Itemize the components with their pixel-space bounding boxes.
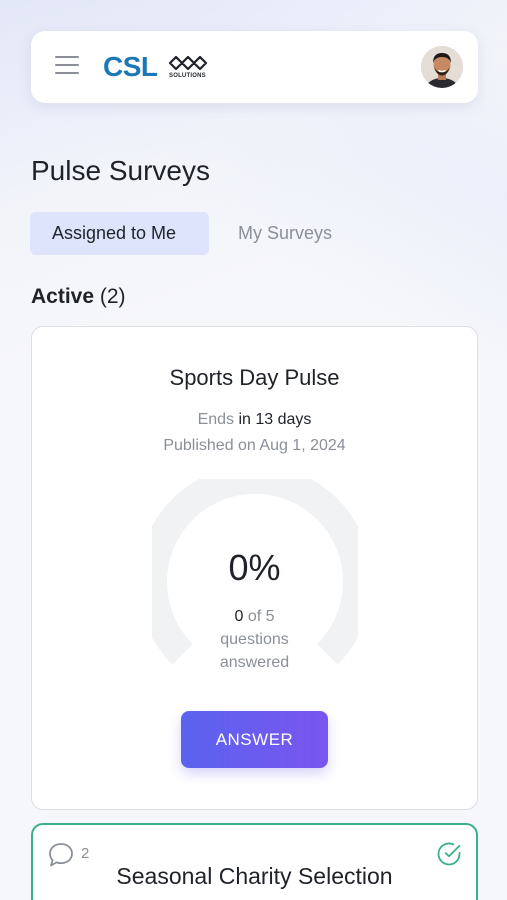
survey-title: Seasonal Charity Selection — [116, 863, 393, 889]
tab-my-surveys[interactable]: My Surveys — [216, 212, 354, 255]
answer-button[interactable]: ANSWER — [181, 711, 328, 768]
logo-mark-icon — [168, 55, 208, 71]
hamburger-menu-icon[interactable] — [55, 56, 79, 76]
deadline-value: in 13 days — [238, 411, 312, 428]
active-section-heading: Active (2) — [31, 285, 126, 309]
survey-published-date: Published on Aug 1, 2024 — [163, 437, 346, 454]
company-logo[interactable]: CSL SOLUTIONS — [103, 51, 213, 83]
comment-count: 2 — [81, 845, 90, 862]
progress-percent: 0% — [228, 547, 281, 588]
section-label: Active — [31, 285, 95, 308]
avatar-image — [421, 46, 463, 88]
logo-subtext: SOLUTIONS — [169, 73, 206, 79]
survey-title: Sports Day Pulse — [169, 365, 340, 390]
page-title: Pulse Surveys — [31, 155, 210, 186]
logo-text: CSL — [103, 51, 158, 82]
section-count: (2) — [99, 285, 126, 308]
answered-line-3: answered — [219, 654, 290, 671]
tab-assigned-to-me[interactable]: Assigned to Me — [30, 212, 209, 255]
survey-card-completed[interactable]: 2 Seasonal Charity Selection — [31, 823, 478, 900]
survey-card[interactable]: Sports Day Pulse Ends in 13 days Publish… — [31, 326, 478, 810]
answered-count: 0 — [234, 608, 244, 625]
app-header: CSL SOLUTIONS — [31, 31, 478, 103]
answered-line-2: questions — [220, 631, 289, 648]
deadline-prefix: Ends — [197, 411, 235, 428]
questions-answered: 0 of 5 questions answered — [32, 605, 477, 674]
answered-total: of 5 — [247, 608, 275, 625]
survey-deadline: Ends in 13 days — [32, 411, 477, 429]
user-avatar[interactable] — [421, 46, 463, 88]
